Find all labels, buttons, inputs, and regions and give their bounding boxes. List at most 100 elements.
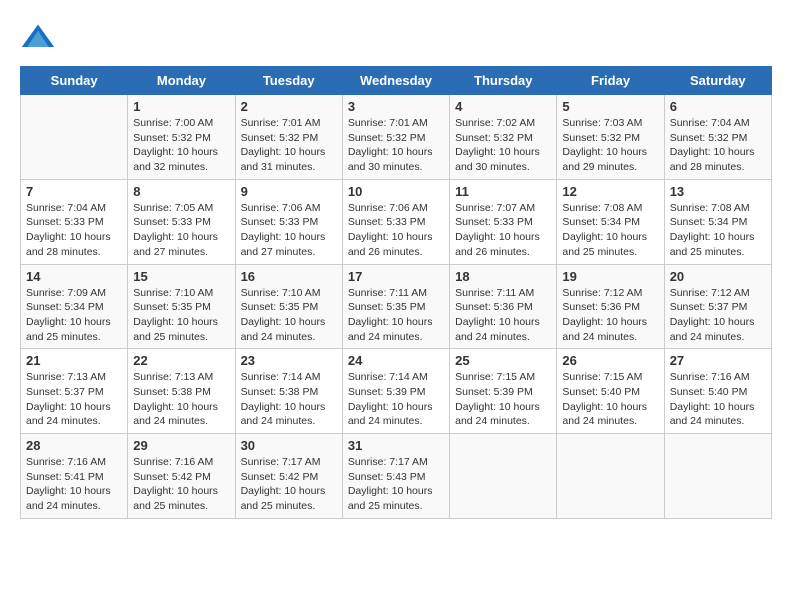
calendar-cell (557, 434, 664, 519)
day-number: 3 (348, 99, 444, 114)
day-info: Sunrise: 7:16 AM Sunset: 5:41 PM Dayligh… (26, 455, 122, 514)
day-number: 28 (26, 438, 122, 453)
calendar-cell: 9 Sunrise: 7:06 AM Sunset: 5:33 PM Daylig… (235, 179, 342, 264)
calendar-cell: 14 Sunrise: 7:09 AM Sunset: 5:34 PM Dayli… (21, 264, 128, 349)
calendar-cell: 11 Sunrise: 7:07 AM Sunset: 5:33 PM Dayli… (450, 179, 557, 264)
day-info: Sunrise: 7:04 AM Sunset: 5:32 PM Dayligh… (670, 116, 766, 175)
calendar-week-5: 28 Sunrise: 7:16 AM Sunset: 5:41 PM Dayli… (21, 434, 772, 519)
calendar-cell: 1Sunrise: 7:00 AM Sunset: 5:32 PM Daylig… (128, 95, 235, 180)
day-info: Sunrise: 7:17 AM Sunset: 5:42 PM Dayligh… (241, 455, 337, 514)
calendar-cell (21, 95, 128, 180)
day-number: 18 (455, 269, 551, 284)
day-number: 2 (241, 99, 337, 114)
day-info: Sunrise: 7:10 AM Sunset: 5:35 PM Dayligh… (133, 286, 229, 345)
day-info: Sunrise: 7:13 AM Sunset: 5:37 PM Dayligh… (26, 370, 122, 429)
day-info: Sunrise: 7:16 AM Sunset: 5:42 PM Dayligh… (133, 455, 229, 514)
calendar-cell: 22 Sunrise: 7:13 AM Sunset: 5:38 PM Dayli… (128, 349, 235, 434)
calendar-cell: 24 Sunrise: 7:14 AM Sunset: 5:39 PM Dayli… (342, 349, 449, 434)
day-info: Sunrise: 7:15 AM Sunset: 5:39 PM Dayligh… (455, 370, 551, 429)
day-number: 13 (670, 184, 766, 199)
day-info: Sunrise: 7:09 AM Sunset: 5:34 PM Dayligh… (26, 286, 122, 345)
calendar-cell: 29 Sunrise: 7:16 AM Sunset: 5:42 PM Dayli… (128, 434, 235, 519)
calendar-cell: 21 Sunrise: 7:13 AM Sunset: 5:37 PM Dayli… (21, 349, 128, 434)
day-number: 21 (26, 353, 122, 368)
calendar-cell: 27 Sunrise: 7:16 AM Sunset: 5:40 PM Dayli… (664, 349, 771, 434)
calendar-week-1: 1Sunrise: 7:00 AM Sunset: 5:32 PM Daylig… (21, 95, 772, 180)
day-number: 22 (133, 353, 229, 368)
day-info: Sunrise: 7:16 AM Sunset: 5:40 PM Dayligh… (670, 370, 766, 429)
calendar-cell: 12 Sunrise: 7:08 AM Sunset: 5:34 PM Dayli… (557, 179, 664, 264)
day-number: 29 (133, 438, 229, 453)
day-number: 4 (455, 99, 551, 114)
day-info: Sunrise: 7:14 AM Sunset: 5:38 PM Dayligh… (241, 370, 337, 429)
calendar-cell: 2 Sunrise: 7:01 AM Sunset: 5:32 PM Daylig… (235, 95, 342, 180)
day-info: Sunrise: 7:06 AM Sunset: 5:33 PM Dayligh… (348, 201, 444, 260)
calendar-cell: 6 Sunrise: 7:04 AM Sunset: 5:32 PM Daylig… (664, 95, 771, 180)
calendar-header: SundayMondayTuesdayWednesdayThursdayFrid… (21, 67, 772, 95)
calendar-cell: 19 Sunrise: 7:12 AM Sunset: 5:36 PM Dayli… (557, 264, 664, 349)
calendar-body: 1Sunrise: 7:00 AM Sunset: 5:32 PM Daylig… (21, 95, 772, 519)
day-info: Sunrise: 7:03 AM Sunset: 5:32 PM Dayligh… (562, 116, 658, 175)
day-number: 9 (241, 184, 337, 199)
logo-icon (20, 20, 56, 56)
calendar-cell (450, 434, 557, 519)
day-info: Sunrise: 7:08 AM Sunset: 5:34 PM Dayligh… (670, 201, 766, 260)
day-info: Sunrise: 7:17 AM Sunset: 5:43 PM Dayligh… (348, 455, 444, 514)
day-number: 11 (455, 184, 551, 199)
day-number: 12 (562, 184, 658, 199)
calendar-cell: 15 Sunrise: 7:10 AM Sunset: 5:35 PM Dayli… (128, 264, 235, 349)
day-number: 1 (133, 99, 229, 114)
day-info: Sunrise: 7:05 AM Sunset: 5:33 PM Dayligh… (133, 201, 229, 260)
day-number: 19 (562, 269, 658, 284)
day-number: 5 (562, 99, 658, 114)
day-info: Sunrise: 7:01 AM Sunset: 5:32 PM Dayligh… (348, 116, 444, 175)
calendar-cell: 17 Sunrise: 7:11 AM Sunset: 5:35 PM Dayli… (342, 264, 449, 349)
day-info: Sunrise: 7:13 AM Sunset: 5:38 PM Dayligh… (133, 370, 229, 429)
calendar-cell: 5 Sunrise: 7:03 AM Sunset: 5:32 PM Daylig… (557, 95, 664, 180)
weekday-header-row: SundayMondayTuesdayWednesdayThursdayFrid… (21, 67, 772, 95)
calendar-cell: 8Sunrise: 7:05 AM Sunset: 5:33 PM Daylig… (128, 179, 235, 264)
calendar-cell: 10 Sunrise: 7:06 AM Sunset: 5:33 PM Dayli… (342, 179, 449, 264)
calendar-cell: 18Sunrise: 7:11 AM Sunset: 5:36 PM Dayli… (450, 264, 557, 349)
day-info: Sunrise: 7:15 AM Sunset: 5:40 PM Dayligh… (562, 370, 658, 429)
calendar-cell: 7 Sunrise: 7:04 AM Sunset: 5:33 PM Daylig… (21, 179, 128, 264)
day-number: 23 (241, 353, 337, 368)
day-number: 6 (670, 99, 766, 114)
day-info: Sunrise: 7:10 AM Sunset: 5:35 PM Dayligh… (241, 286, 337, 345)
day-info: Sunrise: 7:07 AM Sunset: 5:33 PM Dayligh… (455, 201, 551, 260)
weekday-header-friday: Friday (557, 67, 664, 95)
calendar-cell: 13 Sunrise: 7:08 AM Sunset: 5:34 PM Dayli… (664, 179, 771, 264)
day-number: 25 (455, 353, 551, 368)
day-number: 16 (241, 269, 337, 284)
calendar-cell: 23 Sunrise: 7:14 AM Sunset: 5:38 PM Dayli… (235, 349, 342, 434)
day-number: 27 (670, 353, 766, 368)
calendar-cell: 31 Sunrise: 7:17 AM Sunset: 5:43 PM Dayli… (342, 434, 449, 519)
logo (20, 20, 60, 56)
day-number: 10 (348, 184, 444, 199)
day-info: Sunrise: 7:14 AM Sunset: 5:39 PM Dayligh… (348, 370, 444, 429)
calendar-week-4: 21 Sunrise: 7:13 AM Sunset: 5:37 PM Dayli… (21, 349, 772, 434)
calendar-cell: 28 Sunrise: 7:16 AM Sunset: 5:41 PM Dayli… (21, 434, 128, 519)
day-info: Sunrise: 7:12 AM Sunset: 5:36 PM Dayligh… (562, 286, 658, 345)
day-number: 7 (26, 184, 122, 199)
header (20, 20, 772, 56)
day-info: Sunrise: 7:08 AM Sunset: 5:34 PM Dayligh… (562, 201, 658, 260)
calendar-cell: 26Sunrise: 7:15 AM Sunset: 5:40 PM Dayli… (557, 349, 664, 434)
day-info: Sunrise: 7:04 AM Sunset: 5:33 PM Dayligh… (26, 201, 122, 260)
calendar-cell: 16 Sunrise: 7:10 AM Sunset: 5:35 PM Dayli… (235, 264, 342, 349)
day-info: Sunrise: 7:06 AM Sunset: 5:33 PM Dayligh… (241, 201, 337, 260)
day-number: 14 (26, 269, 122, 284)
day-info: Sunrise: 7:01 AM Sunset: 5:32 PM Dayligh… (241, 116, 337, 175)
day-number: 24 (348, 353, 444, 368)
calendar-cell: 25 Sunrise: 7:15 AM Sunset: 5:39 PM Dayli… (450, 349, 557, 434)
day-number: 15 (133, 269, 229, 284)
day-info: Sunrise: 7:11 AM Sunset: 5:35 PM Dayligh… (348, 286, 444, 345)
weekday-header-saturday: Saturday (664, 67, 771, 95)
day-info: Sunrise: 7:02 AM Sunset: 5:32 PM Dayligh… (455, 116, 551, 175)
calendar-cell (664, 434, 771, 519)
calendar-cell: 4 Sunrise: 7:02 AM Sunset: 5:32 PM Daylig… (450, 95, 557, 180)
weekday-header-sunday: Sunday (21, 67, 128, 95)
day-number: 30 (241, 438, 337, 453)
day-number: 17 (348, 269, 444, 284)
day-number: 31 (348, 438, 444, 453)
